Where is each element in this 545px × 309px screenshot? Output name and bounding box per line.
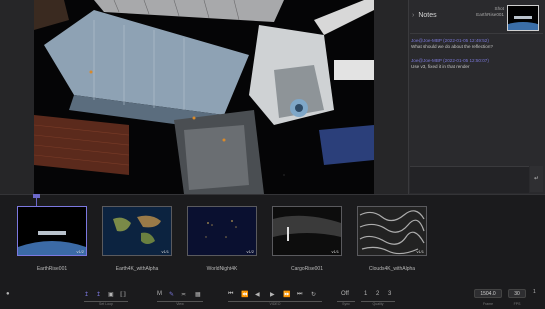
fps-label: FPS [513, 302, 521, 306]
video-label: VIDEO [269, 302, 281, 306]
grid-icon[interactable]: ▦ [195, 291, 201, 298]
clip-thumbnail-1[interactable]: v1/2 [17, 206, 87, 256]
clip-version-badge: v1/1 [331, 249, 339, 254]
clip-thumbnail-3[interactable]: v1/2 [187, 206, 257, 256]
note-entry-2: Joe@Joe-MBP (2022-01-05 12:50:07) Use v3… [411, 58, 489, 70]
clip-thumbnail-4[interactable]: v1/1 [272, 206, 342, 256]
extra-value[interactable]: 1 [533, 289, 536, 295]
clip-name-2[interactable]: Earth4K_withAlpha [97, 266, 177, 272]
quality-option-2[interactable]: 2 [376, 291, 379, 297]
frame-label: Frame [482, 302, 494, 306]
step-back-icon[interactable]: ⏪ [241, 291, 248, 298]
clip-version-badge: v1/1 [161, 249, 169, 254]
chevron-right-icon[interactable]: › [412, 12, 414, 19]
clip-thumbnail-5[interactable]: v1/1 [357, 206, 427, 256]
view-mode-icon[interactable]: M [157, 291, 162, 297]
fps-field[interactable]: 30 [508, 289, 526, 298]
skip-end-icon[interactable]: ⏭ [297, 291, 302, 298]
sync-value[interactable]: Off [341, 291, 349, 297]
frame-field[interactable]: 1504.0 [474, 289, 502, 298]
clip-image [273, 207, 341, 255]
frame-back-icon[interactable]: ◀ [255, 291, 260, 298]
clip-image [358, 207, 426, 255]
loop-out-icon[interactable]: ↥ [96, 291, 101, 298]
loop-icon[interactable]: ↻ [311, 291, 316, 298]
clip-image [188, 207, 256, 255]
note-text: Use v3, fixed it in that render [411, 64, 470, 69]
compare-icon[interactable]: ≍ [181, 291, 186, 298]
viewer-right-margin [374, 0, 408, 194]
clip-version-badge: v1/2 [246, 249, 254, 254]
viewer-left-margin [0, 0, 34, 194]
notes-header[interactable]: › Notes [412, 12, 437, 19]
view-label: View [176, 302, 184, 306]
quality-option-3[interactable]: 3 [388, 291, 391, 297]
shot-name: EarthRise001 [476, 12, 504, 17]
clip-image [103, 207, 171, 255]
loop-in-icon[interactable]: ↥ [84, 291, 89, 298]
step-forward-icon[interactable]: ⏩ [283, 291, 290, 298]
clip-image [18, 207, 86, 255]
quality-option-1[interactable]: 1 [364, 291, 367, 297]
skip-start-icon[interactable]: ⏮ [228, 291, 233, 298]
shot-thumbnail [507, 5, 539, 31]
note-entry-1: Joe@Joe-MBP (2022-01-05 12:49:52) What s… [411, 38, 493, 50]
clip-name-3[interactable]: WorldNight4K [182, 266, 262, 272]
clip-name-4[interactable]: CargoRise001 [267, 266, 347, 272]
notes-divider [410, 33, 543, 34]
note-text: What should we do about the reflection? [411, 44, 493, 49]
shot-thumbnail-image [508, 6, 538, 30]
settings-icon[interactable]: ● [6, 291, 10, 297]
loop-clear-icon[interactable]: ▣ [108, 291, 114, 298]
clip-version-badge: v1/2 [76, 249, 84, 254]
clip-version-badge: v1/1 [416, 249, 424, 254]
set-loop-label: Set Loop [98, 302, 113, 306]
shot-info: Shot EarthRise001 [462, 6, 504, 18]
viewer-frame [34, 0, 374, 194]
note-input[interactable] [410, 166, 529, 193]
playhead[interactable] [36, 194, 37, 206]
annotate-icon[interactable]: ✎ [169, 291, 174, 298]
video-viewer[interactable] [34, 0, 374, 194]
clip-thumbnail-2[interactable]: v1/1 [102, 206, 172, 256]
clip-name-5[interactable]: Clouds4K_withAlpha [352, 266, 432, 272]
return-icon[interactable]: ↵ [530, 166, 543, 192]
sync-label: Sync [342, 302, 350, 306]
play-icon[interactable]: ▶ [270, 291, 275, 298]
loop-range-icon[interactable]: ⟦⟧ [120, 291, 126, 298]
quality-label: Quality [372, 302, 384, 306]
clip-name-1[interactable]: EarthRise001 [12, 266, 92, 272]
notes-title: Notes [418, 12, 437, 19]
